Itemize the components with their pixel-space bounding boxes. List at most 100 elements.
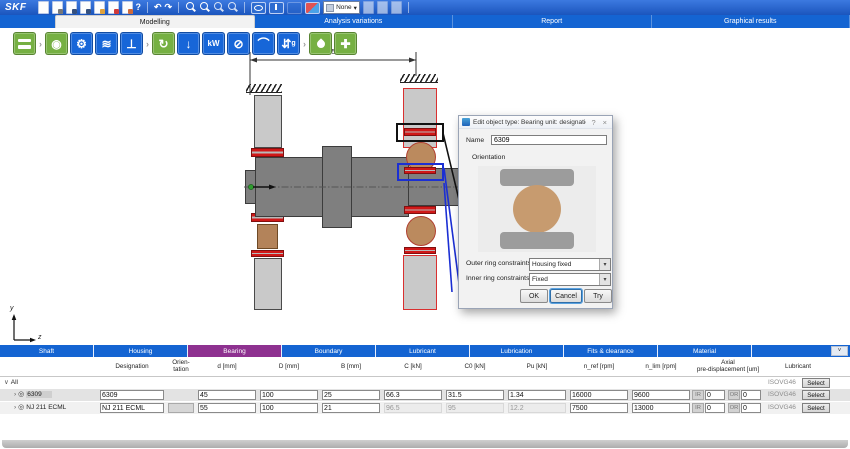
D-input-nj211[interactable] — [260, 403, 318, 413]
or-input-6309[interactable] — [741, 390, 761, 400]
tab-report[interactable]: Report — [453, 15, 652, 28]
force-tool-button[interactable]: ↓ — [177, 32, 200, 55]
eccentric-load-tool-button[interactable]: ⊘ — [227, 32, 250, 55]
n-ref-input-nj211[interactable] — [570, 403, 628, 413]
report-1-icon[interactable] — [363, 1, 374, 14]
shaft-segment-left[interactable] — [255, 157, 323, 217]
open-model-icon[interactable] — [52, 1, 63, 14]
C0-input-6309[interactable] — [446, 390, 504, 400]
designation-input-nj211[interactable] — [100, 403, 164, 413]
dialog-titlebar[interactable]: Edit object type: Bearing unit: designat… — [459, 116, 612, 129]
ir-input-6309[interactable] — [705, 390, 725, 400]
inner-ring-constraints-select[interactable]: Fixed ▾ — [529, 273, 611, 286]
tab-shaft[interactable]: Shaft — [0, 345, 94, 357]
outer-ring-right-bottom[interactable] — [404, 247, 436, 254]
new-file-icon[interactable] — [38, 1, 49, 14]
tab-lubricant[interactable]: Lubricant — [376, 345, 470, 357]
view-colors-icon[interactable] — [305, 2, 320, 14]
zoom-window-icon[interactable] — [213, 2, 224, 13]
d-input-6309[interactable] — [198, 390, 256, 400]
moment-tool-button[interactable]: ⌒ — [252, 32, 275, 55]
tree-node-all[interactable]: ∨ All — [4, 378, 18, 386]
tab-graphical-results[interactable]: Graphical results — [652, 15, 850, 28]
tab-fits-clearance[interactable]: Fits & clearance — [564, 345, 658, 357]
selection-box-outer-ring[interactable] — [396, 123, 444, 142]
tab-boundary[interactable]: Boundary — [282, 345, 376, 357]
support-tool-button[interactable]: ⊥ — [120, 32, 143, 55]
expand-arrow-icon[interactable]: › — [14, 391, 16, 398]
shaft-tool-button[interactable] — [13, 32, 36, 55]
select-lubricant-button-all[interactable]: Select — [802, 378, 830, 388]
tab-material[interactable]: Material — [658, 345, 752, 357]
tab-lubrication[interactable]: Lubrication — [470, 345, 564, 357]
select-lubricant-button-nj211[interactable]: Select — [802, 403, 830, 413]
d-input-nj211[interactable] — [198, 403, 256, 413]
B-input-6309[interactable] — [322, 390, 380, 400]
help-icon[interactable]: ? — [136, 2, 142, 13]
edit-notes-icon[interactable] — [122, 1, 133, 14]
tab-modelling[interactable]: Modelling — [55, 15, 255, 28]
name-input[interactable] — [491, 135, 607, 145]
display-mode-dropdown[interactable]: None ▾ — [323, 1, 360, 14]
undo-icon[interactable]: ↶ — [154, 2, 162, 13]
housing-right-bottom[interactable] — [403, 255, 437, 310]
spring-tool-button[interactable]: ≋ — [95, 32, 118, 55]
designation-input-6309[interactable] — [100, 390, 164, 400]
collapse-arrow-icon[interactable]: ∨ — [4, 378, 9, 386]
ok-button[interactable]: OK — [520, 289, 548, 303]
outer-ring-left-bottom[interactable] — [251, 250, 284, 257]
save-all-icon[interactable] — [80, 1, 91, 14]
save-icon[interactable] — [66, 1, 77, 14]
ball-right-bottom[interactable] — [406, 216, 436, 246]
tab-bearing[interactable]: Bearing — [188, 345, 282, 357]
n-lim-input-6309[interactable] — [632, 390, 690, 400]
inner-ring-right-bottom[interactable] — [404, 206, 436, 214]
shaft-collar[interactable] — [322, 146, 352, 228]
n-ref-input-6309[interactable] — [570, 390, 628, 400]
tree-node-6309[interactable]: › ◎ 6309 — [14, 390, 52, 398]
bearing-tool-button[interactable]: ◉ — [45, 32, 68, 55]
view-ellipse-icon[interactable] — [251, 2, 266, 14]
cancel-button[interactable]: Cancel — [550, 289, 582, 303]
brush-icon[interactable] — [94, 1, 105, 14]
housing-left-bottom[interactable] — [254, 258, 282, 310]
select-lubricant-button-6309[interactable]: Select — [802, 390, 830, 400]
dialog-help-button[interactable]: ? — [589, 118, 597, 127]
bearing-orientation-preview[interactable] — [478, 166, 596, 252]
table-row-nj211[interactable]: › ◎ NJ 211 ECML IR OR ISOVG46 Select — [0, 402, 850, 414]
zoom-fit-icon[interactable] — [227, 2, 238, 13]
housing-left-top[interactable] — [254, 95, 282, 148]
try-button[interactable]: Try — [584, 289, 612, 303]
expand-arrow-icon[interactable]: › — [14, 404, 16, 411]
or-input-nj211[interactable] — [741, 403, 761, 413]
n-lim-input-nj211[interactable] — [632, 403, 690, 413]
selection-box-inner-ring[interactable] — [397, 163, 444, 181]
D-input-6309[interactable] — [260, 390, 318, 400]
report-2-icon[interactable] — [377, 1, 388, 14]
report-3-icon[interactable] — [391, 1, 402, 14]
outer-ring-left-top[interactable] — [251, 148, 284, 157]
dialog-close-button[interactable]: × — [601, 118, 609, 127]
roller-left-bottom[interactable] — [257, 224, 278, 249]
B-input-nj211[interactable] — [322, 403, 380, 413]
fits-tool-button[interactable]: ✚ — [334, 32, 357, 55]
rotation-tool-button[interactable]: ↻ — [152, 32, 175, 55]
ir-input-nj211[interactable] — [705, 403, 725, 413]
table-row-6309[interactable]: › ◎ 6309 IR OR ISOVG46 Select — [0, 389, 850, 401]
zoom-out-icon[interactable] — [199, 2, 210, 13]
gear-tool-button[interactable]: ⚙ — [70, 32, 93, 55]
tab-analysis-variations[interactable]: Analysis variations — [255, 15, 454, 28]
tab-housing[interactable]: Housing — [94, 345, 188, 357]
edit-report-icon[interactable] — [108, 1, 119, 14]
axial-load-tool-button[interactable]: ⇵g — [277, 32, 300, 55]
C-input-6309[interactable] — [384, 390, 442, 400]
zoom-in-icon[interactable] — [185, 2, 196, 13]
tree-node-nj211[interactable]: › ◎ NJ 211 ECML — [14, 403, 66, 411]
lubricant-tool-button[interactable] — [309, 32, 332, 55]
redo-icon[interactable]: ↷ — [165, 2, 173, 13]
orientation-flip-button[interactable] — [168, 403, 194, 413]
view-split-icon[interactable] — [269, 2, 284, 14]
power-tool-button[interactable]: kW — [202, 32, 225, 55]
panel-collapse-button[interactable]: ˅ — [831, 346, 848, 356]
outer-ring-constraints-select[interactable]: Housing fixed ▾ — [529, 258, 611, 271]
